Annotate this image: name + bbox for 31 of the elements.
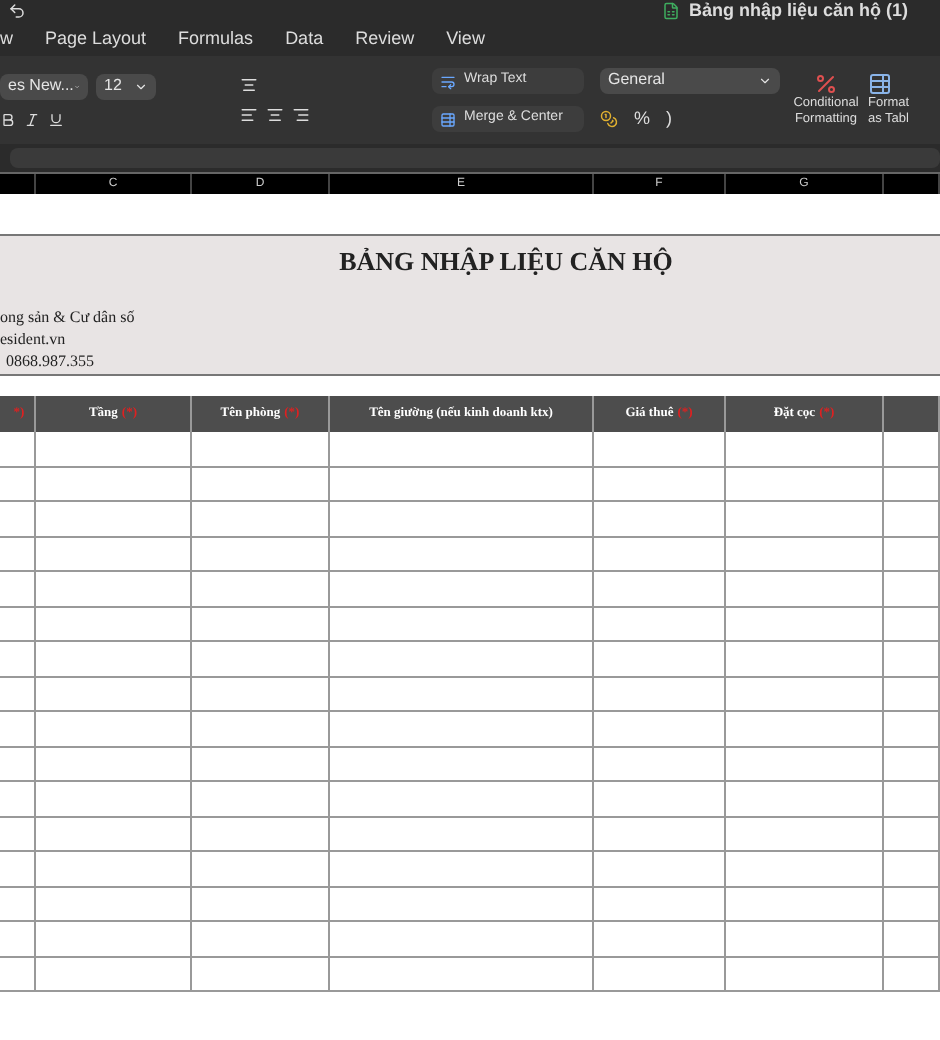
font-size-dropdown[interactable]: 12 [96, 73, 156, 99]
underline-icon[interactable] [48, 111, 64, 127]
align-right-icon[interactable] [292, 106, 310, 124]
align-center-icon[interactable] [266, 106, 284, 124]
align-icon[interactable] [240, 76, 258, 94]
font-name-dropdown[interactable]: es New... [0, 73, 88, 99]
spreadsheet-icon [662, 2, 681, 20]
merge-icon [440, 111, 456, 127]
ribbon-tab[interactable]: View [446, 25, 485, 53]
number-format-dropdown[interactable]: General [600, 67, 780, 94]
ribbon-tab[interactable]: Data [285, 25, 324, 53]
table-icon [868, 72, 892, 96]
contact-line: esident.vn [0, 327, 68, 349]
caret-icon [134, 79, 148, 93]
undo-icon[interactable] [8, 2, 26, 20]
currency-icon[interactable] [600, 110, 618, 128]
ribbon-tab[interactable]: Review [355, 25, 415, 53]
contact-line: ong sản & Cư dân số [0, 305, 137, 327]
italic-icon[interactable] [24, 111, 40, 127]
ribbon-tab[interactable]: w [0, 25, 13, 53]
window-title: Bảng nhập liệu căn hộ (1) [688, 0, 908, 24]
bold-icon[interactable] [0, 111, 16, 127]
percent-button[interactable]: % [634, 105, 651, 133]
caret-icon [758, 73, 772, 88]
sheet-title: BẢNG NHẬP LIỆU CĂN HỘ [339, 244, 673, 280]
wrap-icon [440, 73, 456, 89]
comma-button[interactable]: ) [666, 105, 673, 133]
ribbon-tab[interactable]: Formulas [178, 25, 254, 53]
align-left-icon[interactable] [240, 106, 258, 124]
contact-line: 0868.987.355 [4, 349, 96, 371]
ribbon-tab[interactable]: Page Layout [45, 25, 147, 53]
